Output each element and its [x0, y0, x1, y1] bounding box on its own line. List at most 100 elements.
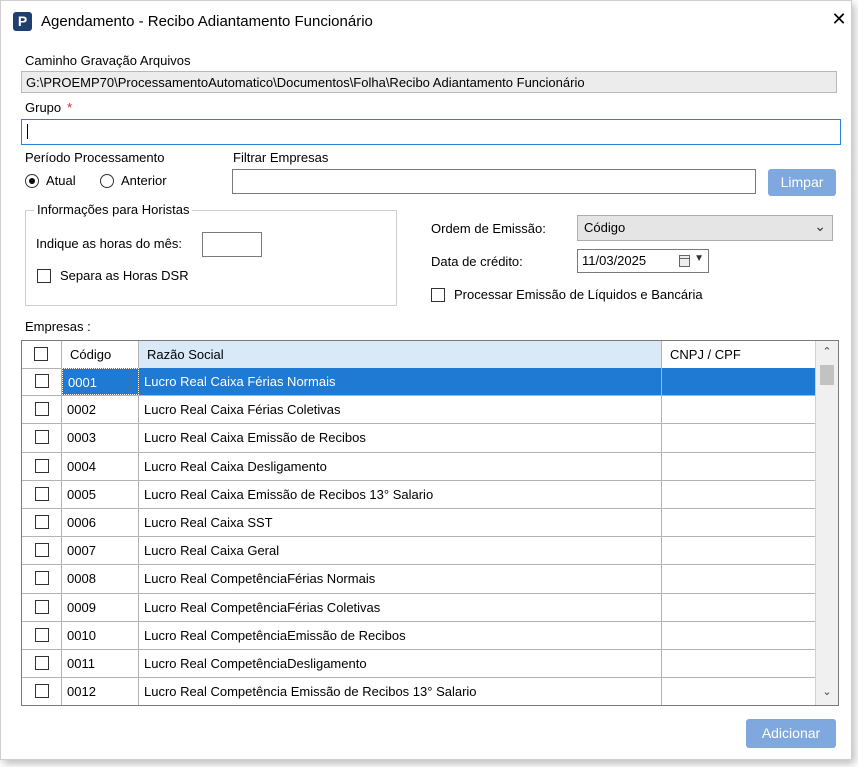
cell-cnpj [662, 424, 816, 451]
table-row[interactable]: 0008 Lucro Real CompetênciaFérias Normais [22, 565, 816, 594]
table-row[interactable]: 0012 Lucro Real Competência Emissão de Re… [22, 678, 816, 705]
row-checkbox[interactable] [35, 571, 49, 586]
row-checkbox[interactable] [35, 458, 49, 473]
cell-razao: Lucro Real Caixa SST [139, 508, 662, 537]
scroll-up-icon[interactable]: ⌃ [816, 345, 838, 363]
row-select-cell [22, 537, 62, 565]
row-select-cell [22, 593, 62, 621]
row-select-cell [22, 396, 62, 424]
liquidos-label[interactable]: Processar Emissão de Líquidos e Bancária [454, 287, 703, 302]
liquidos-checkbox[interactable] [431, 288, 445, 302]
cell-codigo: 0001 [62, 368, 139, 396]
radio-atual[interactable] [25, 174, 39, 188]
row-select-cell [22, 678, 62, 705]
filtro-label: Filtrar Empresas [233, 150, 329, 165]
window-title: Agendamento - Recibo Adiantamento Funcio… [41, 13, 373, 30]
row-select-cell [22, 452, 62, 480]
row-checkbox[interactable] [35, 514, 49, 529]
row-checkbox[interactable] [35, 655, 49, 670]
chevron-down-icon: ⌄ [814, 218, 826, 234]
radio-anterior-label[interactable]: Anterior [121, 173, 167, 188]
cell-cnpj [662, 594, 816, 621]
table-row[interactable]: 0009 Lucro Real CompetênciaFérias Coletiv… [22, 593, 816, 622]
horistas-title: Informações para Horistas [34, 202, 193, 217]
path-field: G:\PROEMP70\ProcessamentoAutomatico\Docu… [21, 71, 837, 93]
row-select-cell [22, 508, 62, 537]
row-checkbox[interactable] [35, 486, 49, 501]
empresas-table: Código Razão Social CNPJ / CPF 0001 Lucro… [21, 340, 839, 706]
cell-razao: Lucro Real CompetênciaFérias Coletivas [139, 593, 662, 621]
cell-codigo: 0007 [62, 537, 139, 565]
table-row[interactable]: 0006 Lucro Real Caixa SST [22, 508, 816, 538]
row-checkbox[interactable] [35, 684, 49, 699]
radio-anterior[interactable] [100, 174, 114, 188]
dsr-label[interactable]: Separa as Horas DSR [60, 268, 189, 283]
credito-date-picker[interactable]: 11/03/2025 ▼ [577, 249, 709, 273]
cell-cnpj [662, 565, 816, 592]
radio-atual-label[interactable]: Atual [46, 173, 76, 188]
ordem-select[interactable]: Código ⌄ [577, 215, 833, 241]
horistas-groupbox: Informações para Horistas Indique as hor… [25, 202, 397, 306]
table-row[interactable]: 0011 Lucro Real CompetênciaDesligamento [22, 649, 816, 679]
close-icon[interactable]: ✕ [827, 7, 851, 31]
cell-cnpj [662, 396, 816, 423]
grupo-input[interactable] [21, 119, 841, 145]
calendar-icon[interactable] [679, 255, 690, 267]
horas-label: Indique as horas do mês: [36, 236, 182, 251]
header-select-all [22, 341, 62, 368]
row-checkbox[interactable] [35, 543, 49, 558]
cell-codigo: 0003 [62, 424, 139, 452]
cell-codigo: 0006 [62, 508, 139, 537]
cell-cnpj [662, 368, 816, 396]
table-row[interactable]: 0004 Lucro Real Caixa Desligamento [22, 452, 816, 481]
scroll-down-icon[interactable]: ⌄ [816, 685, 838, 703]
select-all-checkbox[interactable] [34, 347, 48, 361]
cell-codigo: 0005 [62, 480, 139, 508]
cell-razao: Lucro Real Caixa Geral [139, 537, 662, 565]
dialog-window: P Agendamento - Recibo Adiantamento Func… [0, 0, 852, 760]
cell-razao: Lucro Real CompetênciaEmissão de Recibos [139, 621, 662, 649]
table-row[interactable]: 0001 Lucro Real Caixa Férias Normais [22, 368, 816, 397]
cell-razao: Lucro Real Caixa Emissão de Recibos [139, 424, 662, 452]
cell-cnpj [662, 537, 816, 564]
filtro-input[interactable] [232, 169, 756, 194]
path-label: Caminho Gravação Arquivos [25, 53, 191, 68]
limpar-button[interactable]: Limpar [768, 169, 836, 196]
cell-codigo: 0012 [62, 678, 139, 705]
row-checkbox[interactable] [35, 599, 49, 614]
table-body: 0001 Lucro Real Caixa Férias Normais 0002 L… [22, 368, 816, 705]
horas-input[interactable] [202, 232, 262, 257]
cell-razao: Lucro Real CompetênciaFérias Normais [139, 565, 662, 593]
table-row[interactable]: 0007 Lucro Real Caixa Geral [22, 537, 816, 566]
cell-cnpj [662, 650, 816, 677]
column-header-razao[interactable]: Razão Social [139, 341, 662, 368]
empresas-label: Empresas : [25, 319, 91, 334]
credito-value: 11/03/2025 [582, 253, 647, 268]
row-checkbox[interactable] [35, 374, 49, 388]
table-row[interactable]: 0003 Lucro Real Caixa Emissão de Recibos [22, 424, 816, 453]
row-checkbox[interactable] [35, 402, 49, 417]
required-mark: * [67, 100, 73, 115]
table-row[interactable]: 0002 Lucro Real Caixa Férias Coletivas [22, 396, 816, 425]
column-header-cnpj[interactable]: CNPJ / CPF [662, 341, 816, 368]
table-row[interactable]: 0010 Lucro Real CompetênciaEmissão de Rec… [22, 621, 816, 650]
ordem-label: Ordem de Emissão: [431, 221, 546, 236]
cell-cnpj [662, 509, 816, 536]
cell-codigo: 0011 [62, 649, 139, 678]
vertical-scrollbar[interactable]: ⌃ ⌄ [815, 341, 838, 705]
grupo-label: Grupo * [25, 100, 72, 115]
row-select-cell [22, 649, 62, 678]
scroll-thumb[interactable] [820, 365, 834, 385]
dsr-checkbox[interactable] [37, 269, 51, 283]
dropdown-arrow-icon[interactable]: ▼ [694, 253, 704, 264]
row-checkbox[interactable] [35, 627, 49, 642]
cell-cnpj [662, 481, 816, 508]
table-header: Código Razão Social CNPJ / CPF [22, 341, 816, 369]
ordem-value: Código [584, 220, 626, 235]
column-header-codigo[interactable]: Código [62, 341, 139, 368]
cell-codigo: 0004 [62, 452, 139, 480]
cell-razao: Lucro Real Caixa Férias Coletivas [139, 396, 662, 424]
table-row[interactable]: 0005 Lucro Real Caixa Emissão de Recibos … [22, 480, 816, 509]
row-checkbox[interactable] [35, 430, 49, 445]
adicionar-button[interactable]: Adicionar [746, 719, 836, 748]
